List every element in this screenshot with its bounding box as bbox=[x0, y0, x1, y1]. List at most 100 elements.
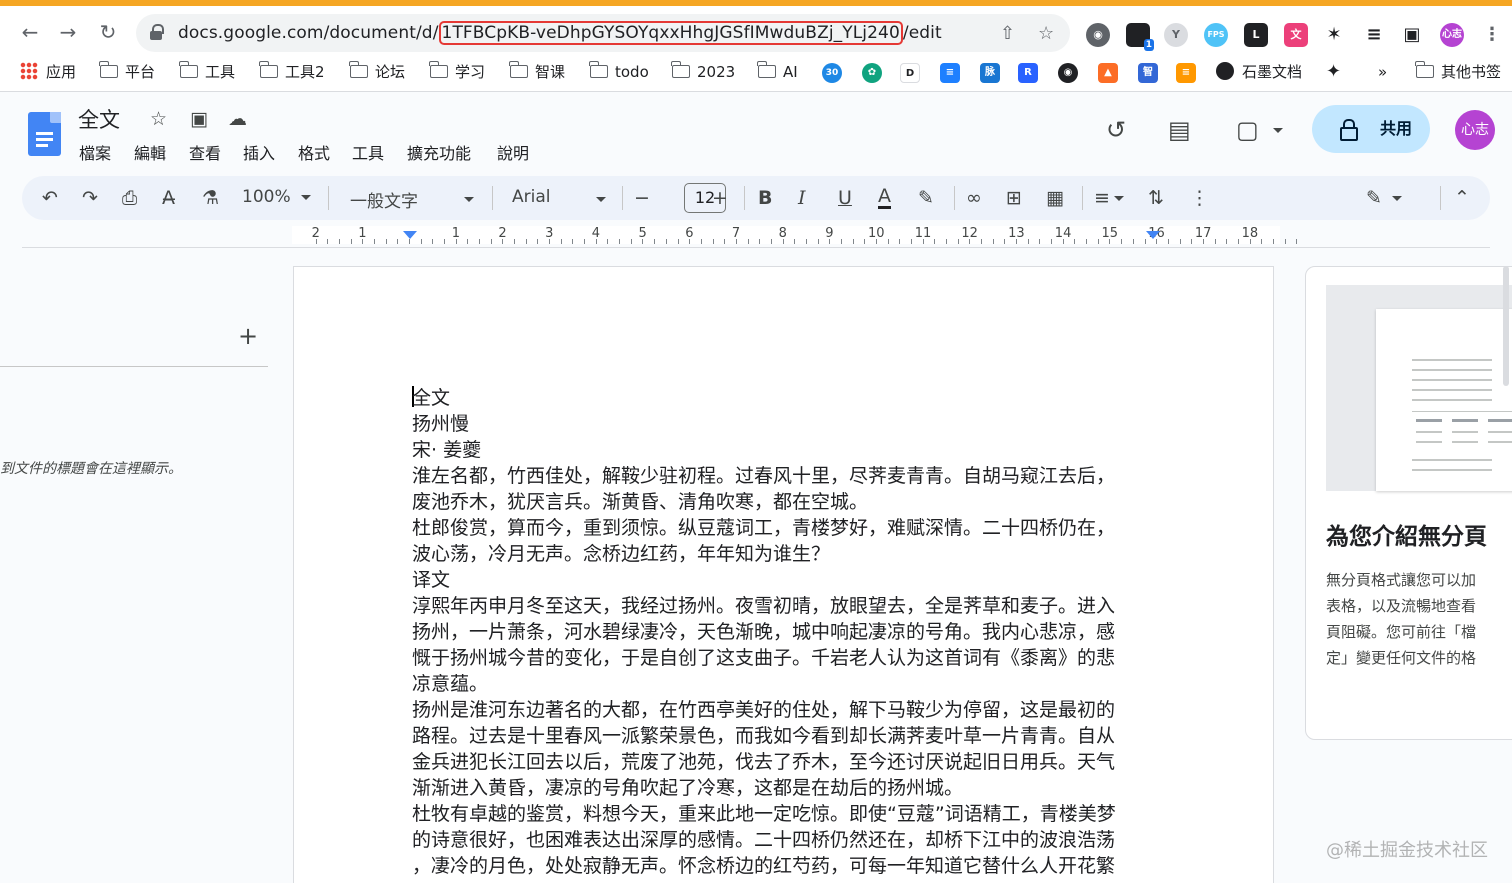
document-text-line[interactable]: 波心荡，冷月无声。念桥边红药，年年知为谁生？ bbox=[412, 541, 1152, 567]
print-icon[interactable]: ⎙ bbox=[122, 186, 137, 210]
extension-badge-icon[interactable]: 1 bbox=[1126, 23, 1154, 51]
address-bar[interactable]: docs.google.com/document/d/1TFBCpKB-veDh… bbox=[136, 14, 1070, 52]
font-select[interactable]: Arial bbox=[512, 187, 606, 207]
document-text-line[interactable]: 慨于扬州城今昔的变化，于是自创了这支曲子。千岩老人认为这首词有《黍离》的悲 bbox=[412, 645, 1152, 671]
bookmark-juejin-icon[interactable]: ≡ bbox=[940, 63, 960, 83]
comments-icon[interactable]: ▤ bbox=[1168, 116, 1191, 144]
bookmark-shimo[interactable]: 石墨文档 bbox=[1216, 60, 1302, 84]
document-text-line[interactable]: 路程。过去是十里春风一派繁荣景色，而我如今看到却长满荠麦叶草一片青青。自从 bbox=[412, 723, 1152, 749]
bookmark-stack-icon[interactable]: ≡ bbox=[1176, 63, 1196, 83]
more-options-icon[interactable]: ⋮ bbox=[1190, 186, 1209, 210]
bookmark-openai-icon[interactable]: ✿ bbox=[862, 63, 882, 83]
bookmark-folder-4[interactable]: 学习 bbox=[429, 60, 485, 84]
bookmark-folder-8[interactable]: AI bbox=[757, 60, 798, 84]
menu-edit[interactable]: 編輯 bbox=[134, 140, 166, 164]
extension-globe-icon[interactable]: ◉ bbox=[1086, 23, 1110, 47]
increase-font-size-button[interactable]: + bbox=[712, 186, 728, 210]
bold-button[interactable]: B bbox=[758, 186, 772, 210]
document-text-line[interactable]: 扬州慢 bbox=[412, 411, 1152, 437]
extension-translate-icon[interactable]: 文 bbox=[1284, 23, 1308, 47]
paint-format-icon[interactable]: ⚗ bbox=[202, 186, 219, 210]
add-comment-icon[interactable]: ⊞ bbox=[1006, 186, 1022, 210]
document-heading-line[interactable]: 全文 bbox=[412, 385, 1152, 411]
insert-link-icon[interactable]: ∞ bbox=[966, 186, 982, 210]
extension-filter-icon[interactable]: Y bbox=[1164, 23, 1188, 47]
bookmark-30-icon[interactable]: 30 bbox=[822, 63, 842, 83]
menu-help[interactable]: 說明 bbox=[497, 140, 529, 164]
highlight-pen-icon[interactable]: ✎ bbox=[918, 186, 934, 210]
document-text-line[interactable]: 金兵进犯长江回去以后，荒废了池苑，伐去了乔木，至今还讨厌说起旧日用兵。天气 bbox=[412, 749, 1152, 775]
bookmark-gitlab-icon[interactable]: ▲ bbox=[1098, 63, 1118, 83]
style-select[interactable]: 一般文字 bbox=[350, 187, 474, 212]
bookmark-zhi-icon[interactable]: 智 bbox=[1138, 63, 1158, 83]
document-text-line[interactable]: 淳熙年丙申月冬至这天，我经过扬州。夜雪初晴，放眼望去，全是荠草和麦子。进入 bbox=[412, 593, 1152, 619]
document-text-line[interactable]: 译文 bbox=[412, 567, 1152, 593]
italic-button[interactable]: I bbox=[798, 186, 806, 210]
reload-icon[interactable]: ↻ bbox=[96, 20, 120, 44]
bookmark-d-icon[interactable]: D bbox=[900, 63, 920, 83]
bookmark-apps[interactable]: 应用 bbox=[20, 60, 76, 84]
star-icon[interactable]: ☆ bbox=[150, 108, 167, 130]
align-icon[interactable]: ≡ bbox=[1094, 186, 1124, 210]
text-color-button[interactable]: A bbox=[878, 186, 891, 209]
collapse-menu-chevron-icon[interactable]: ⌃ bbox=[1454, 186, 1470, 210]
extension-fps-icon[interactable]: FPS bbox=[1204, 23, 1228, 47]
meet-camera-icon[interactable]: ▢ bbox=[1236, 116, 1259, 144]
menu-insert[interactable]: 插入 bbox=[243, 140, 275, 164]
document-text-line[interactable]: ，凄冷的月色，处处寂静无声。怀念桥边的红芍药，可每一年知道它替什么人开花繁 bbox=[412, 853, 1152, 879]
account-avatar[interactable]: 心志 bbox=[1455, 110, 1495, 150]
share-page-icon[interactable]: ⇧ bbox=[1000, 23, 1015, 44]
document-text-line[interactable]: 废池乔木，犹厌言兵。渐黄昏、清角吹寒，都在空城。 bbox=[412, 489, 1152, 515]
extension-l-icon[interactable]: L bbox=[1244, 23, 1268, 47]
document-text-line[interactable]: 扬州是淮河东边著名的大都，在竹西亭美好的住处，解下马鞍少为停留，这是最初的 bbox=[412, 697, 1152, 723]
right-indent-marker[interactable] bbox=[1146, 231, 1160, 239]
document-text-line[interactable]: 凉意蕴。 bbox=[412, 671, 1152, 697]
profile-avatar[interactable]: 心志 bbox=[1440, 23, 1464, 47]
bookmark-github-icon[interactable]: ◉ bbox=[1058, 63, 1078, 83]
undo-icon[interactable]: ↶ bbox=[42, 186, 58, 210]
meet-caret-icon[interactable] bbox=[1273, 128, 1283, 133]
bookmark-star-icon[interactable]: ☆ bbox=[1038, 23, 1054, 44]
document-text-line[interactable]: 的诗意很好，也困难表达出深厚的感情。二十四桥仍然还在，却桥下江中的波浪浩荡 bbox=[412, 827, 1152, 853]
menu-format[interactable]: 格式 bbox=[298, 140, 330, 164]
document-title[interactable]: 全文 bbox=[78, 104, 120, 134]
document-text-line[interactable]: 杜牧有卓越的鉴赏，料想今天，重来此地一定吃惊。即使“豆蔻”词语精工，青楼美梦 bbox=[412, 801, 1152, 827]
menu-extensions[interactable]: 擴充功能 bbox=[407, 140, 471, 164]
bookmark-r-icon[interactable]: R bbox=[1018, 63, 1038, 83]
side-panel-icon[interactable]: ▣ bbox=[1400, 23, 1424, 47]
bookmark-feather-icon[interactable]: ✦ bbox=[1326, 60, 1341, 84]
browser-menu-icon[interactable]: ⋮ bbox=[1480, 23, 1504, 47]
reading-list-icon[interactable]: ≡ bbox=[1362, 23, 1386, 47]
document-text-line[interactable]: 宋· 姜夔 bbox=[412, 437, 1152, 463]
document-body[interactable]: 全文 扬州慢 宋· 姜夔 淮左名都，竹西佳处，解鞍少驻初程。过春风十里，尽荠麦青青。自… bbox=[412, 385, 1152, 879]
add-tab-button[interactable]: + bbox=[238, 322, 258, 350]
insert-image-icon[interactable]: ▦ bbox=[1046, 186, 1064, 210]
zoom-select[interactable]: 100% bbox=[242, 187, 312, 207]
document-text-line[interactable]: 淮左名都，竹西佳处，解鞍少驻初程。过春风十里，尽荠麦青青。自胡马窥江去后， bbox=[412, 463, 1152, 489]
bookmark-folder-7[interactable]: 2023 bbox=[671, 60, 735, 84]
extensions-puzzle-icon[interactable]: ✶ bbox=[1322, 23, 1346, 47]
decrease-font-size-button[interactable]: − bbox=[634, 186, 650, 210]
document-text-line[interactable]: 扬州，一片萧条，河水碧绿凄冷，天色渐晚，城中响起凄凉的号角。我内心悲凉，感 bbox=[412, 619, 1152, 645]
bookmark-other[interactable]: 其他书签 bbox=[1415, 60, 1501, 84]
bookmark-folder-6[interactable]: todo bbox=[589, 60, 649, 84]
line-spacing-icon[interactable]: ⇅ bbox=[1148, 186, 1164, 210]
bookmark-folder-2[interactable]: 工具2 bbox=[259, 60, 325, 84]
document-text-line[interactable]: 渐渐进入黄昏，凄凉的号角吹起了冷寒，这都是在劫后的扬州城。 bbox=[412, 775, 1152, 801]
document-page[interactable]: 全文 扬州慢 宋· 姜夔 淮左名都，竹西佳处，解鞍少驻初程。过春风十里，尽荠麦青青。自… bbox=[293, 266, 1274, 883]
menu-view[interactable]: 查看 bbox=[189, 140, 221, 164]
back-icon[interactable]: ← bbox=[18, 20, 42, 44]
forward-icon[interactable]: → bbox=[56, 20, 80, 44]
bookmark-folder-1[interactable]: 工具 bbox=[179, 60, 235, 84]
version-history-icon[interactable]: ↺ bbox=[1106, 116, 1126, 144]
page-scrollbar[interactable] bbox=[1503, 266, 1509, 386]
redo-icon[interactable]: ↷ bbox=[82, 186, 98, 210]
bookmark-folder-5[interactable]: 智课 bbox=[509, 60, 565, 84]
underline-button[interactable]: U bbox=[838, 186, 852, 210]
bookmark-folder-0[interactable]: 平台 bbox=[99, 60, 155, 84]
bookmarks-overflow[interactable]: » bbox=[1378, 60, 1387, 84]
url-text[interactable]: docs.google.com/document/d/1TFBCpKB-veDh… bbox=[178, 21, 942, 45]
spellcheck-icon[interactable]: A̶ bbox=[162, 186, 175, 210]
editing-mode-pencil-icon[interactable]: ✎ bbox=[1366, 186, 1402, 210]
document-text-line[interactable]: 杜郎俊赏，算而今，重到须惊。纵豆蔻词工，青楼梦好，难赋深情。二十四桥仍在， bbox=[412, 515, 1152, 541]
